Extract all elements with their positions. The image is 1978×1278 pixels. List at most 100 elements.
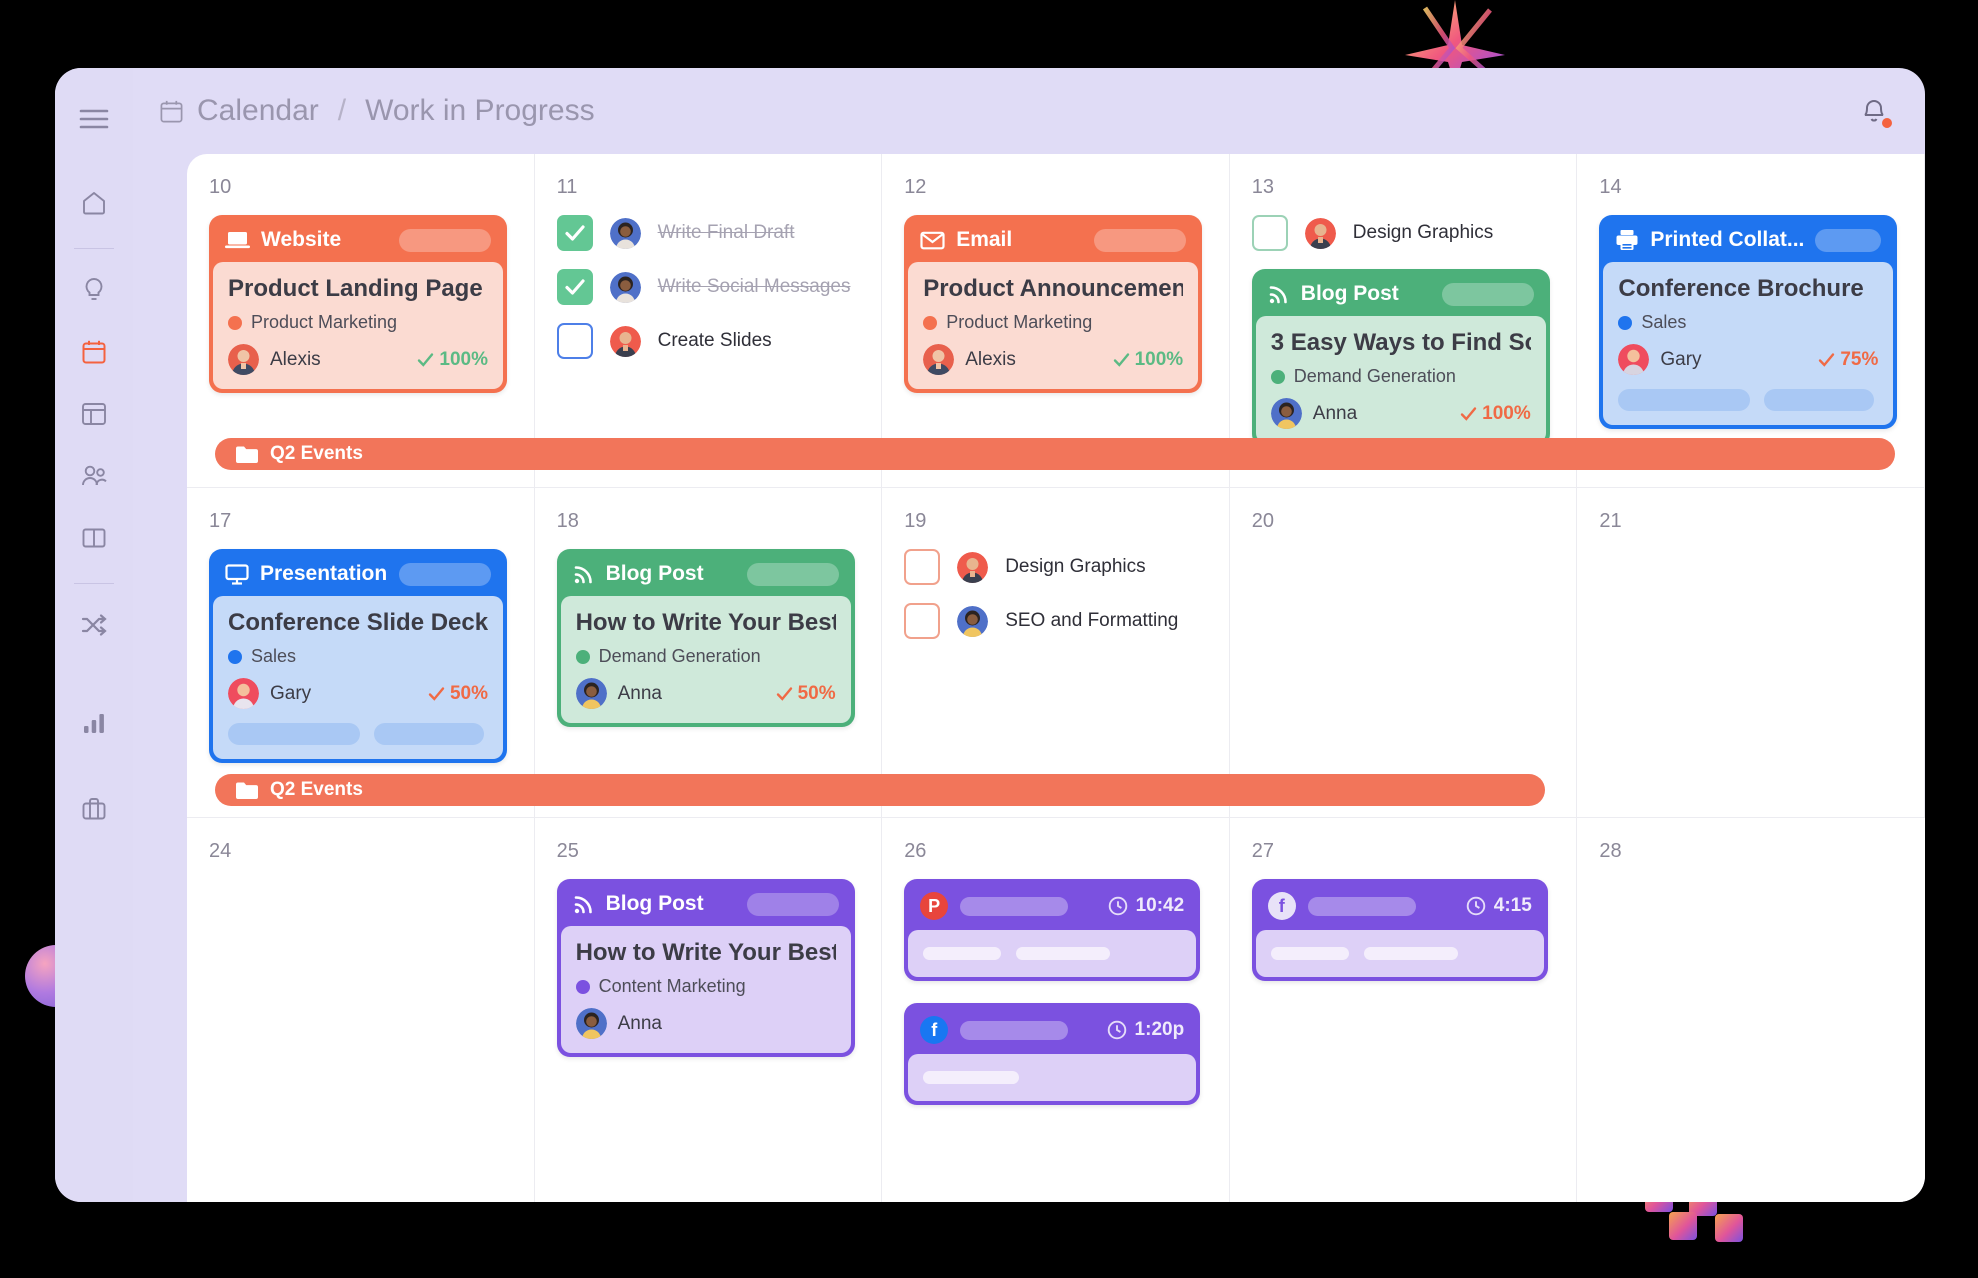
event-banner[interactable]: Q2 Events (215, 438, 1895, 470)
event-card-header: Printed Collat... (1603, 219, 1893, 262)
check-icon (1460, 406, 1477, 421)
clock-icon (1466, 896, 1486, 916)
social-post-card[interactable]: P 10:42 (904, 879, 1201, 981)
placeholder-bar (960, 896, 1069, 916)
bar-chart-icon[interactable] (71, 700, 117, 746)
avatar (1304, 217, 1336, 249)
task-checkbox-unchecked[interactable] (904, 549, 941, 585)
event-card-header: Blog Post (1256, 273, 1546, 316)
sidebar-rail (55, 68, 133, 1202)
task-item[interactable]: Write Social Messages (556, 269, 864, 305)
day-number: 14 (1599, 176, 1622, 198)
event-card[interactable]: Blog Post How to Write Your Best... Cont… (556, 879, 855, 1057)
day-number: 21 (1599, 510, 1622, 532)
check-icon (1819, 352, 1835, 367)
breadcrumb-root[interactable]: Calendar (197, 94, 319, 128)
calendar-day-cell[interactable]: 28 (1577, 818, 1925, 1202)
assignee-row: Alexis 100% (923, 344, 1183, 375)
event-card[interactable]: Website Product Landing Page Product Mar… (209, 215, 507, 393)
placeholder-bar (1270, 947, 1349, 960)
sidebar-item-calendar[interactable] (71, 329, 117, 375)
task-checkbox-checked[interactable] (556, 269, 593, 305)
laptop-icon (225, 230, 250, 250)
home-icon[interactable] (71, 180, 117, 226)
lightbulb-icon[interactable] (71, 267, 117, 313)
calendar-day-cell[interactable]: 21 (1577, 488, 1925, 817)
progress-percent: 100% (439, 348, 488, 370)
time-label: 1:20p (1134, 1019, 1185, 1040)
assignee-name: Alexis (270, 348, 321, 370)
rss-icon (573, 563, 595, 585)
placeholder-bar (960, 1020, 1069, 1040)
facebook-icon: f (1267, 892, 1296, 920)
task-item[interactable]: Design Graphics (904, 549, 1211, 585)
calendar-day-cell[interactable]: 17 Presentation Conference Slide Deck Sa… (187, 488, 535, 817)
event-type-label: Printed Collat... (1650, 228, 1805, 251)
event-card-header: Website (213, 219, 503, 262)
breadcrumb-current: Work in Progress (365, 94, 595, 127)
avatar (575, 678, 607, 709)
progress-indicator: 100% (1113, 349, 1183, 371)
book-icon[interactable] (71, 515, 117, 561)
campaign-name: Demand Generation (598, 646, 761, 666)
task-item[interactable]: Write Final Draft (556, 215, 864, 251)
event-card[interactable]: Blog Post 3 Easy Ways to Find Social... … (1251, 269, 1550, 447)
calendar-week-row: 17 Presentation Conference Slide Deck Sa… (187, 488, 1925, 818)
task-checkbox-checked[interactable] (556, 215, 593, 251)
assignee-row: Anna (575, 1008, 836, 1039)
avatar (1270, 398, 1302, 429)
layout-icon[interactable] (71, 391, 117, 437)
event-card[interactable]: Printed Collat... Conference Brochure Sa… (1599, 215, 1898, 429)
calendar-day-cell[interactable]: 24 (187, 818, 535, 1202)
social-post-card[interactable]: f 1:20p (904, 1003, 1201, 1105)
notification-bell-icon[interactable] (1857, 92, 1892, 130)
avatar (957, 551, 989, 583)
check-icon (564, 279, 585, 295)
task-checkbox-unchecked[interactable] (904, 603, 941, 639)
event-type-label: Website (261, 228, 342, 251)
calendar-day-cell[interactable]: 20 (1230, 488, 1578, 817)
avatar (575, 1008, 607, 1039)
campaign-name: Sales (251, 646, 297, 666)
placeholder-bar (923, 947, 1002, 960)
social-post-card[interactable]: f 4:15 (1251, 879, 1548, 981)
calendar-day-cell[interactable]: 27 f 4:15 (1230, 818, 1578, 1202)
event-card[interactable]: Blog Post How to Write Your Best... Dema… (556, 549, 855, 727)
calendar-day-cell[interactable]: 25 Blog Post How to Write Your Best... C… (535, 818, 883, 1202)
people-icon[interactable] (71, 453, 117, 499)
top-header: Calendar / Work in Progress (133, 68, 1925, 154)
event-campaign-tag: Product Marketing (228, 312, 488, 333)
placeholder-bar (1618, 389, 1751, 411)
time-label: 4:15 (1493, 895, 1532, 916)
task-item[interactable]: Create Slides (556, 323, 864, 359)
assignee-row: Anna 100% (1270, 398, 1531, 429)
task-checkbox-unchecked[interactable] (1251, 215, 1288, 251)
event-type-label: Email (956, 228, 1013, 251)
calendar-grid: 10 Website Product Landing Page Product … (187, 154, 1925, 1202)
task-item[interactable]: Design Graphics (1251, 215, 1559, 251)
event-card[interactable]: Email Product Announcement Product Marke… (904, 215, 1203, 393)
event-campaign-tag: Demand Generation (575, 646, 836, 667)
event-title: Conference Slide Deck (228, 609, 488, 636)
time-label: 10:42 (1135, 895, 1185, 916)
calendar-day-cell[interactable]: 19 Design Graphics SEO and Formatting (882, 488, 1230, 817)
social-post-body (1255, 930, 1544, 977)
banner-label: Q2 Events (270, 443, 363, 464)
event-banner[interactable]: Q2 Events (215, 774, 1545, 806)
header-placeholder-pill (1094, 228, 1187, 252)
hamburger-menu-icon[interactable] (71, 96, 117, 142)
assignee-row: Alexis 100% (228, 344, 488, 375)
event-card[interactable]: Presentation Conference Slide Deck Sales (209, 549, 507, 763)
social-post-header: f 1:20p (908, 1007, 1196, 1054)
header-placeholder-pill (1441, 282, 1534, 306)
pinterest-icon: P (920, 892, 949, 920)
header-placeholder-pill (746, 562, 839, 586)
briefcase-icon[interactable] (71, 786, 117, 832)
calendar-day-cell[interactable]: 26 P 10:42 f 1:20p (882, 818, 1230, 1202)
shuffle-icon[interactable] (71, 602, 117, 648)
notification-badge-dot (1882, 118, 1892, 128)
task-item[interactable]: SEO and Formatting (904, 603, 1211, 639)
calendar-day-cell[interactable]: 18 Blog Post How to Write Your Best... D… (535, 488, 883, 817)
task-label: SEO and Formatting (1005, 610, 1179, 631)
task-checkbox-unchecked[interactable] (556, 323, 593, 359)
